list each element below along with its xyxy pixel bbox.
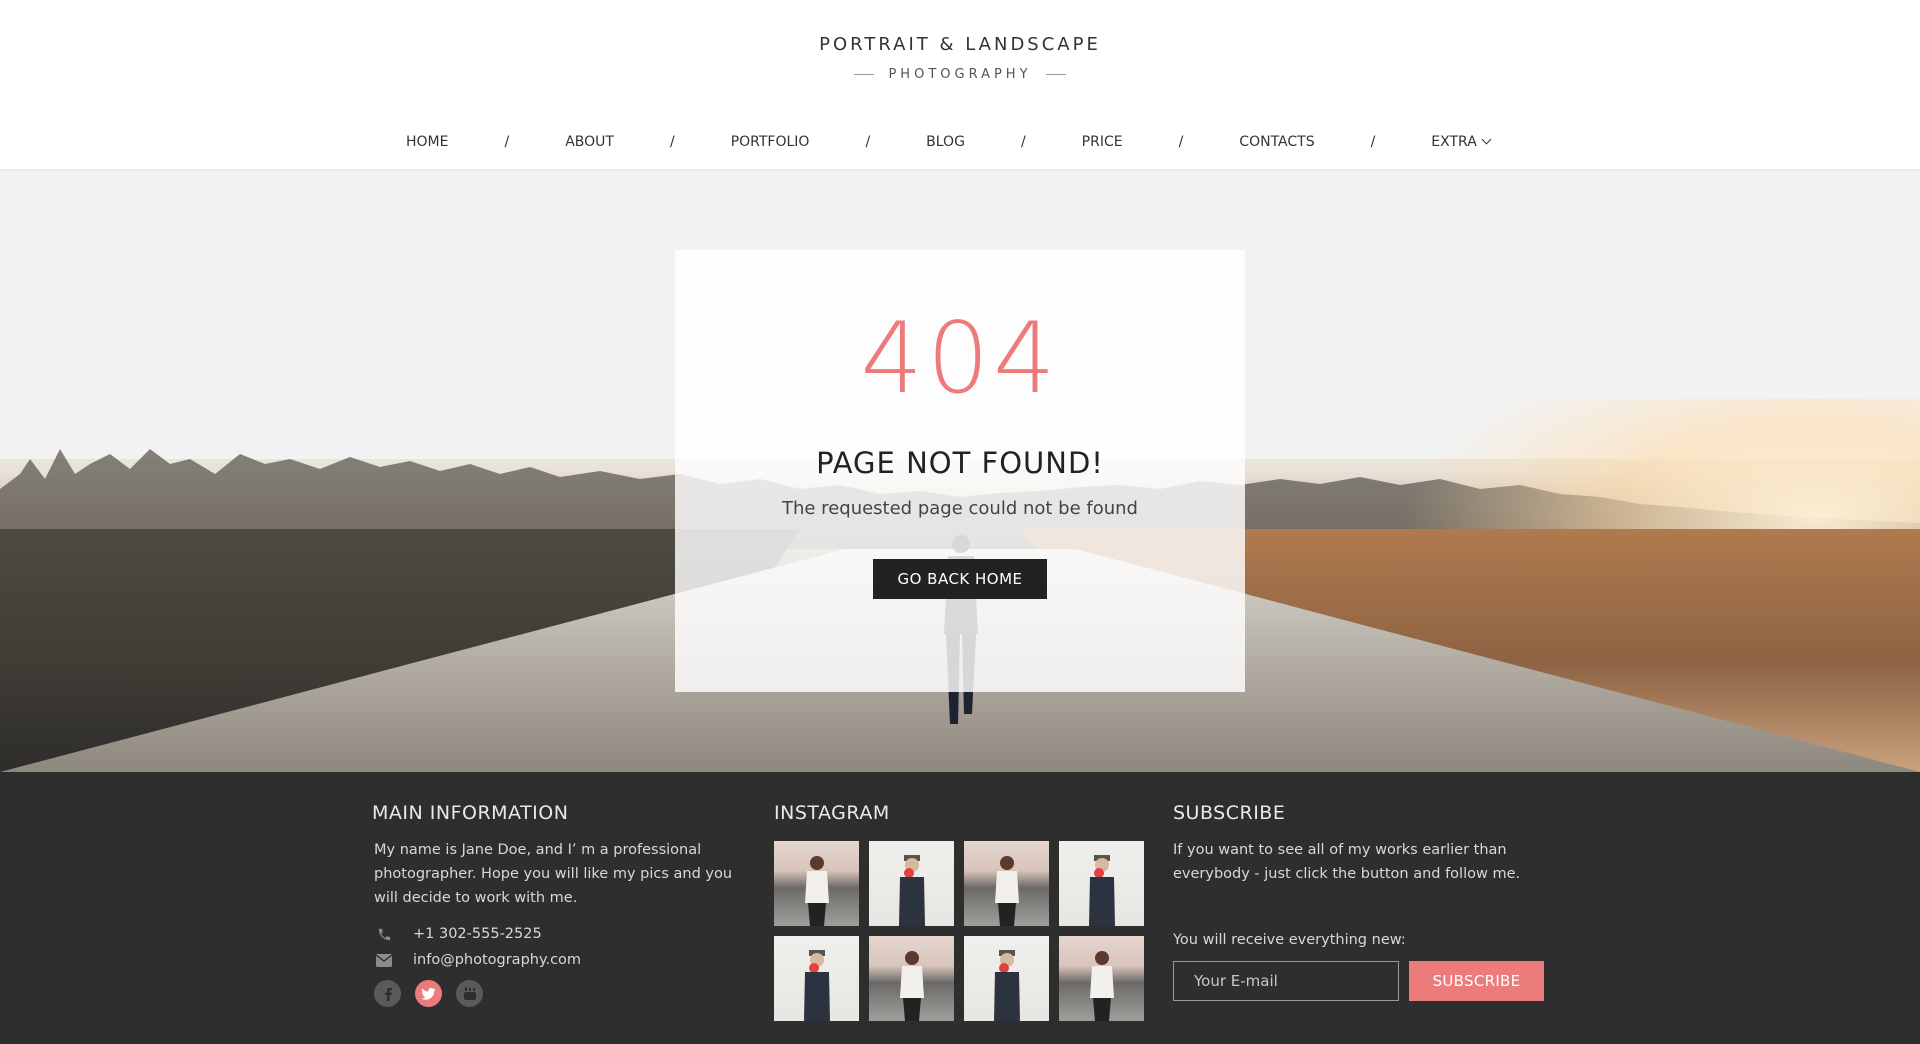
subscribe-text: If you want to see all of my works earli… (1173, 842, 1521, 882)
brand-subtitle: PHOTOGRAPHY (888, 67, 1032, 82)
divider (1045, 74, 1066, 75)
nav-separator: / (504, 134, 510, 150)
nav-item-extra-label: EXTRA (1431, 134, 1477, 150)
nav-item-about[interactable]: ABOUT (565, 134, 614, 150)
instagram-thumbnail[interactable] (1059, 936, 1144, 1021)
instagram-thumbnail[interactable] (1059, 841, 1144, 926)
footer-subscribe: SUBSCRIBE If you want to see all of my w… (1173, 802, 1553, 1001)
error-title: PAGE NOT FOUND! (816, 446, 1104, 480)
phone-number[interactable]: +1 302-555-2525 (413, 926, 542, 942)
nav-separator: / (1178, 134, 1184, 150)
subscribe-note: You will receive everything new: (1173, 932, 1406, 948)
go-back-home-button[interactable]: GO BACK HOME (873, 559, 1047, 599)
email-contact: info@photography.com (372, 952, 752, 968)
subscribe-button[interactable]: SUBSCRIBE (1409, 961, 1544, 1001)
about-text: My name is Jane Doe, and I’ m a professi… (374, 842, 733, 906)
nav-item-home[interactable]: HOME (406, 134, 448, 150)
error-code: 404 (860, 302, 1060, 416)
instagram-thumbnail[interactable] (774, 936, 859, 1021)
facebook-icon[interactable] (374, 980, 401, 1007)
instagram-thumbnail[interactable] (774, 841, 859, 926)
nav-separator: / (1020, 134, 1026, 150)
main-nav: HOME / ABOUT / PORTFOLIO / BLOG / PRICE … (406, 132, 1492, 152)
instagram-thumbnail[interactable] (869, 936, 954, 1021)
footer-instagram: INSTAGRAM (774, 802, 1154, 1021)
site-header: PORTRAIT & LANDSCAPE PHOTOGRAPHY HOME / … (0, 0, 1920, 169)
hero-background: 404 PAGE NOT FOUND! The requested page c… (0, 169, 1920, 772)
social-links (372, 980, 752, 1007)
twitter-icon[interactable] (415, 980, 442, 1007)
subscribe-form: SUBSCRIBE (1173, 961, 1553, 1001)
main-info-title: MAIN INFORMATION (372, 802, 569, 824)
envelope-icon (374, 952, 394, 968)
phone-contact: +1 302-555-2525 (372, 926, 752, 942)
nav-separator: / (669, 134, 675, 150)
email-address[interactable]: info@photography.com (413, 952, 581, 968)
nav-item-contacts[interactable]: CONTACTS (1239, 134, 1314, 150)
instagram-thumbnail[interactable] (869, 841, 954, 926)
chevron-down-icon (1481, 134, 1492, 145)
instagram-thumbnail[interactable] (964, 936, 1049, 1021)
nav-item-blog[interactable]: BLOG (926, 134, 965, 150)
nav-item-portfolio[interactable]: PORTFOLIO (731, 134, 810, 150)
instagram-title: INSTAGRAM (774, 802, 890, 824)
brand-subtitle-row: PHOTOGRAPHY (0, 67, 1920, 82)
brand-title: PORTRAIT & LANDSCAPE (819, 34, 1101, 55)
nav-separator: / (1370, 134, 1376, 150)
youtube-icon[interactable] (456, 980, 483, 1007)
divider (854, 74, 875, 75)
error-card: 404 PAGE NOT FOUND! The requested page c… (675, 250, 1245, 692)
subscribe-title: SUBSCRIBE (1173, 802, 1286, 824)
nav-item-price[interactable]: PRICE (1082, 134, 1123, 150)
brand-logo[interactable]: PORTRAIT & LANDSCAPE PHOTOGRAPHY (0, 34, 1920, 82)
instagram-grid (774, 841, 1154, 1021)
email-input[interactable] (1173, 961, 1399, 1001)
instagram-thumbnail[interactable] (964, 841, 1049, 926)
footer-main-info: MAIN INFORMATION My name is Jane Doe, an… (372, 802, 752, 1007)
nav-separator: / (865, 134, 871, 150)
error-message: The requested page could not be found (781, 498, 1138, 519)
site-footer: MAIN INFORMATION My name is Jane Doe, an… (0, 772, 1920, 1044)
nav-item-extra[interactable]: EXTRA (1431, 134, 1492, 150)
phone-icon (374, 926, 394, 942)
